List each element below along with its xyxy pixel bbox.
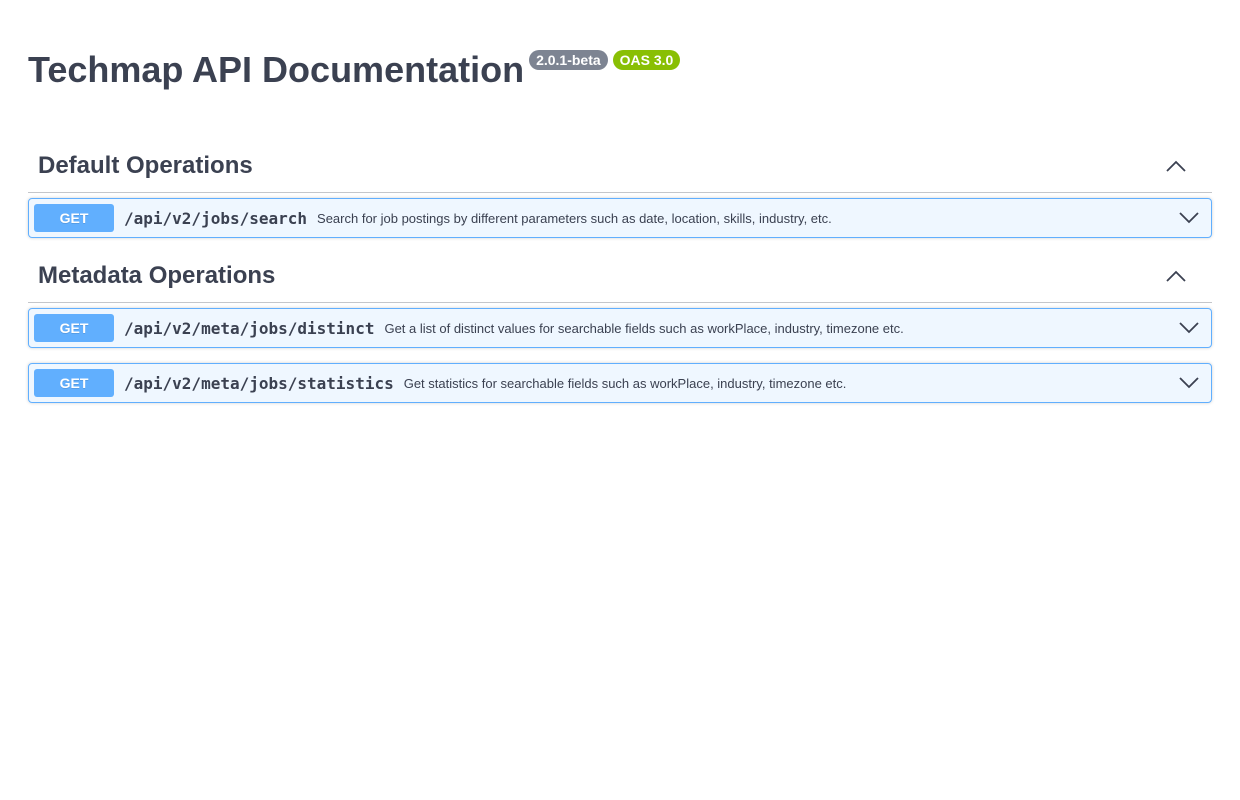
chevron-up-icon[interactable]	[1160, 154, 1192, 178]
api-info: Techmap API Documentation 2.0.1-beta OAS…	[0, 0, 1240, 140]
tag-header-metadata-operations[interactable]: Metadata Operations	[28, 250, 1212, 303]
operation-path[interactable]: /api/v2/meta/jobs/statistics	[124, 374, 394, 393]
chevron-down-icon[interactable]	[1177, 206, 1201, 230]
tag-name[interactable]: Metadata Operations	[38, 262, 275, 290]
method-badge: GET	[34, 204, 114, 232]
tag-name[interactable]: Default Operations	[38, 152, 253, 180]
oas-badge: OAS 3.0	[612, 50, 681, 70]
operation-get-jobs-search[interactable]: GET /api/v2/jobs/search Search for job p…	[28, 198, 1212, 238]
method-badge: GET	[34, 314, 114, 342]
operation-summary: Get a list of distinct values for search…	[384, 320, 904, 336]
badges: 2.0.1-beta OAS 3.0	[529, 50, 681, 70]
operation-get-meta-jobs-statistics[interactable]: GET /api/v2/meta/jobs/statistics Get sta…	[28, 363, 1212, 403]
version-badge: 2.0.1-beta	[529, 50, 608, 70]
tag-section-metadata-operations: Metadata Operations GET /api/v2/meta/job…	[28, 250, 1212, 403]
page-title-text: Techmap API Documentation	[28, 49, 525, 90]
method-badge: GET	[34, 369, 114, 397]
chevron-up-icon[interactable]	[1160, 264, 1192, 288]
operation-path[interactable]: /api/v2/meta/jobs/distinct	[124, 319, 374, 338]
operation-get-meta-jobs-distinct[interactable]: GET /api/v2/meta/jobs/distinct Get a lis…	[28, 308, 1212, 348]
tag-section-default-operations: Default Operations GET /api/v2/jobs/sear…	[28, 140, 1212, 238]
operation-summary: Search for job postings by different par…	[317, 210, 832, 226]
page-title: Techmap API Documentation 2.0.1-beta OAS…	[28, 47, 681, 93]
chevron-down-icon[interactable]	[1177, 316, 1201, 340]
operation-path[interactable]: /api/v2/jobs/search	[124, 209, 307, 228]
chevron-down-icon[interactable]	[1177, 371, 1201, 395]
operation-summary: Get statistics for searchable fields suc…	[403, 375, 847, 391]
tag-header-default-operations[interactable]: Default Operations	[28, 140, 1212, 193]
